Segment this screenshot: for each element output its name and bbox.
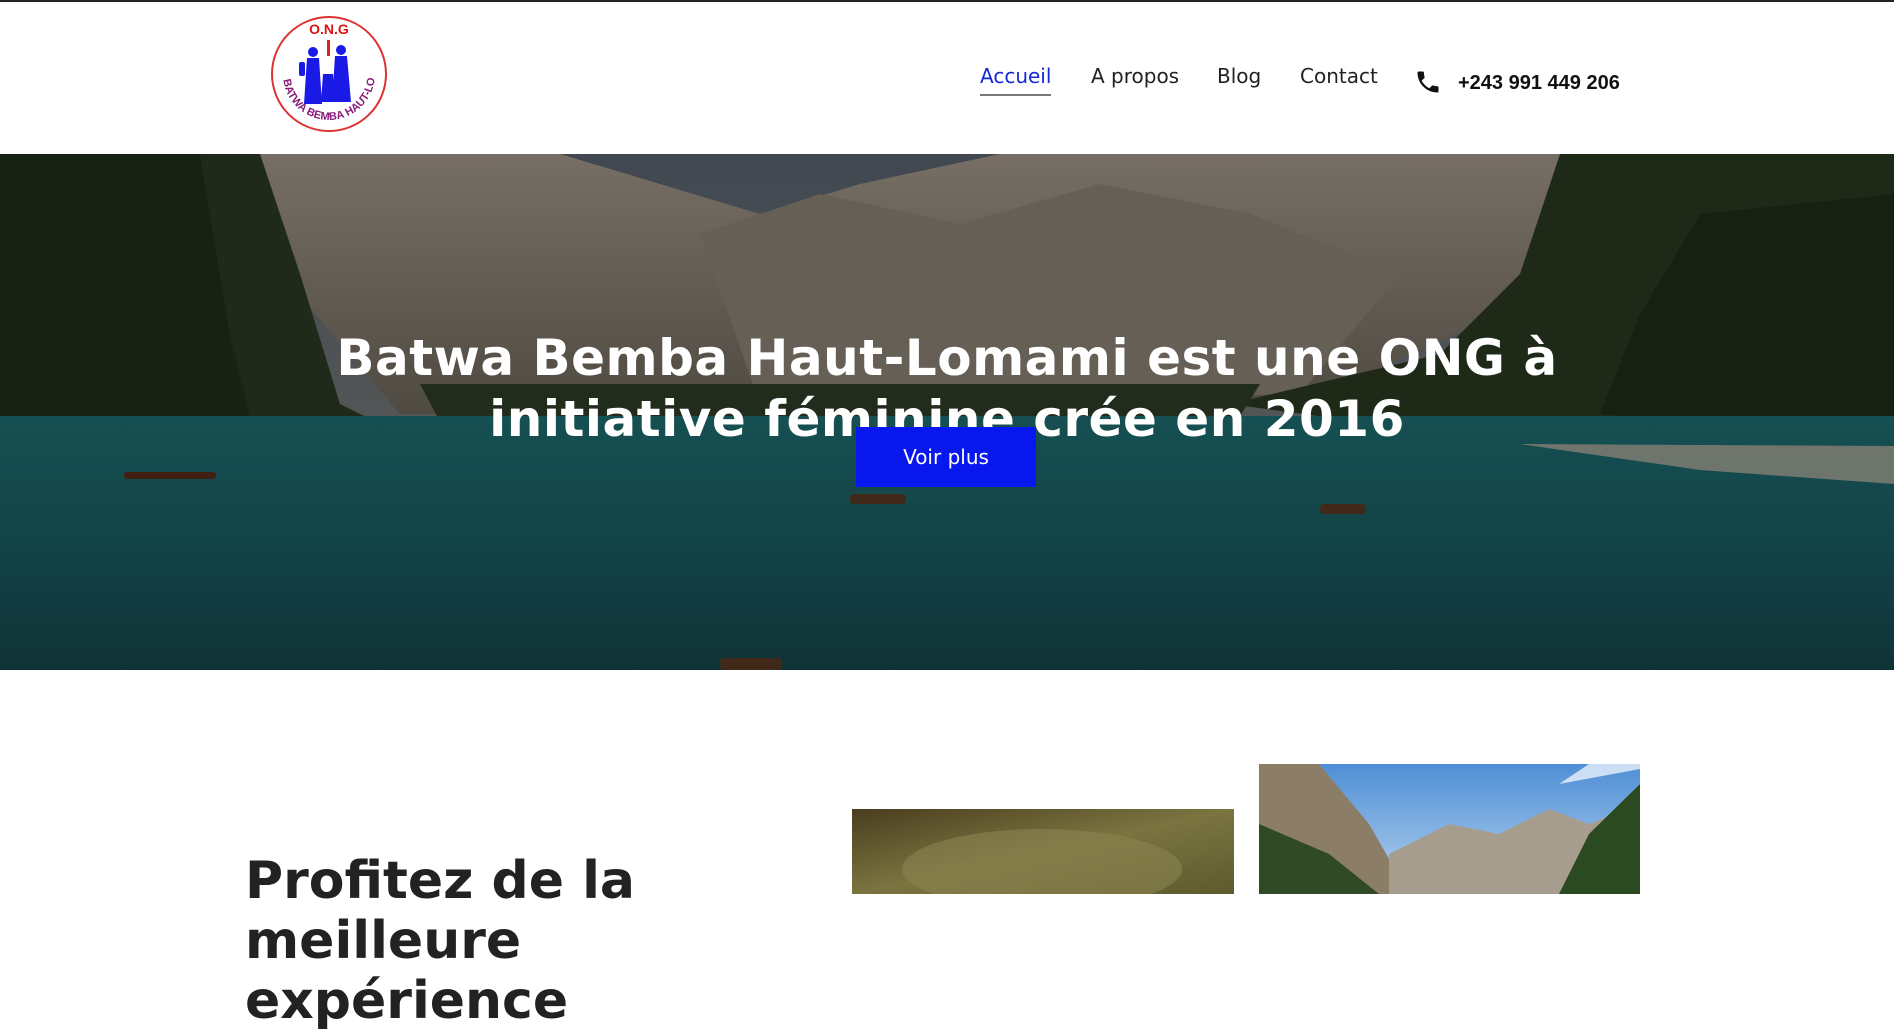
site-header: BATWA BEMBA HAUT-LOMAMI O.N.G Accueil A … — [0, 2, 1894, 154]
logo-top-text: O.N.G — [309, 21, 349, 37]
nav-accueil-label: Accueil — [980, 64, 1052, 88]
nav-a-propos-label: A propos — [1091, 64, 1180, 88]
nav-contact-label: Contact — [1300, 64, 1378, 88]
phone-number[interactable]: +243 991 449 206 — [1458, 72, 1620, 95]
section-title: Profitez de la meilleure expérience — [245, 851, 636, 1031]
nav-accueil[interactable]: Accueil — [980, 64, 1052, 96]
phone-icon — [1417, 71, 1439, 93]
hero-banner: Batwa Bemba Haut-Lomami est une ONG à in… — [0, 154, 1894, 670]
nav-blog[interactable]: Blog — [1217, 64, 1261, 88]
nav-a-propos[interactable]: A propos — [1091, 64, 1179, 88]
mountain-valley-photo — [1259, 764, 1640, 894]
nav-blog-label: Blog — [1217, 64, 1262, 88]
ong-logo[interactable]: BATWA BEMBA HAUT-LOMAMI O.N.G — [269, 14, 389, 134]
active-underline — [980, 94, 1052, 96]
voir-plus-button[interactable]: Voir plus — [856, 427, 1036, 487]
meadow-photo — [852, 809, 1234, 894]
nav-contact[interactable]: Contact — [1300, 64, 1378, 88]
